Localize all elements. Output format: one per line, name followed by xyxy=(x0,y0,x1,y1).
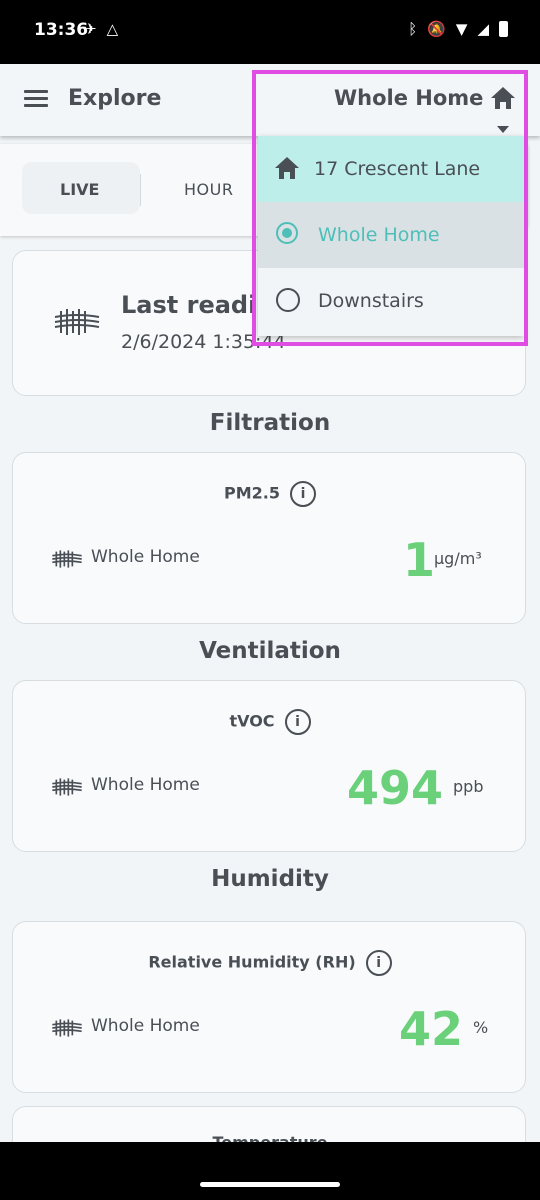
sensor-icon xyxy=(53,307,101,341)
sensor-icon xyxy=(51,1018,83,1042)
tab-hour[interactable]: HOUR xyxy=(184,180,233,199)
metric-name: PM2.5 xyxy=(224,483,280,503)
wifi-icon: ▼ xyxy=(455,20,468,38)
menu-icon[interactable] xyxy=(24,90,48,108)
home-gesture-handle[interactable] xyxy=(200,1182,340,1187)
metric-value: 42 xyxy=(398,1002,463,1056)
metric-unit: % xyxy=(473,1018,489,1037)
metric-card-tvoc[interactable]: tVOC i Whole Home 494 ppb xyxy=(12,680,526,852)
sensor-icon xyxy=(51,777,83,801)
bluetooth-icon: ᛒ xyxy=(408,20,418,38)
section-title-humidity: Humidity xyxy=(211,866,329,892)
tab-divider xyxy=(140,174,141,206)
mute-icon: 🔕 xyxy=(427,20,446,38)
system-nav-bar xyxy=(0,1142,540,1200)
metric-value: 494 xyxy=(346,761,443,815)
info-icon[interactable]: i xyxy=(284,709,311,735)
metric-value: 1 xyxy=(402,533,435,587)
metric-name: Relative Humidity (RH) xyxy=(148,952,356,972)
metric-location: Whole Home xyxy=(91,775,200,795)
metric-unit: ppb xyxy=(453,777,484,796)
status-time: 13:36 xyxy=(34,20,89,40)
metric-card-rh[interactable]: Relative Humidity (RH) i Whole Home 42 % xyxy=(12,921,526,1093)
metric-location: Whole Home xyxy=(91,1016,200,1036)
battery-icon xyxy=(499,21,508,37)
sensor-icon xyxy=(51,549,83,573)
info-icon[interactable]: i xyxy=(290,481,316,507)
metric-card-pm25[interactable]: PM2.5 i Whole Home 1 µg/m³ xyxy=(12,452,526,624)
metric-name: tVOC xyxy=(229,711,275,731)
section-title-ventilation: Ventilation xyxy=(199,638,341,664)
section-title-filtration: Filtration xyxy=(209,410,331,436)
nfc-icon: ✈ xyxy=(84,20,97,38)
signal-icon: ◢ xyxy=(477,20,489,38)
drive-icon: △ xyxy=(106,20,119,38)
metric-unit: µg/m³ xyxy=(434,549,482,568)
status-bar: 13:36 ✈ △ ᛒ 🔕 ▼ ◢ xyxy=(0,0,540,64)
tab-live-label[interactable]: LIVE xyxy=(60,180,99,199)
highlight-box xyxy=(252,70,528,346)
last-reading-label: Last readi xyxy=(121,291,257,319)
page-title: Explore xyxy=(68,86,162,111)
info-icon[interactable]: i xyxy=(365,950,392,976)
metric-location: Whole Home xyxy=(91,547,200,567)
